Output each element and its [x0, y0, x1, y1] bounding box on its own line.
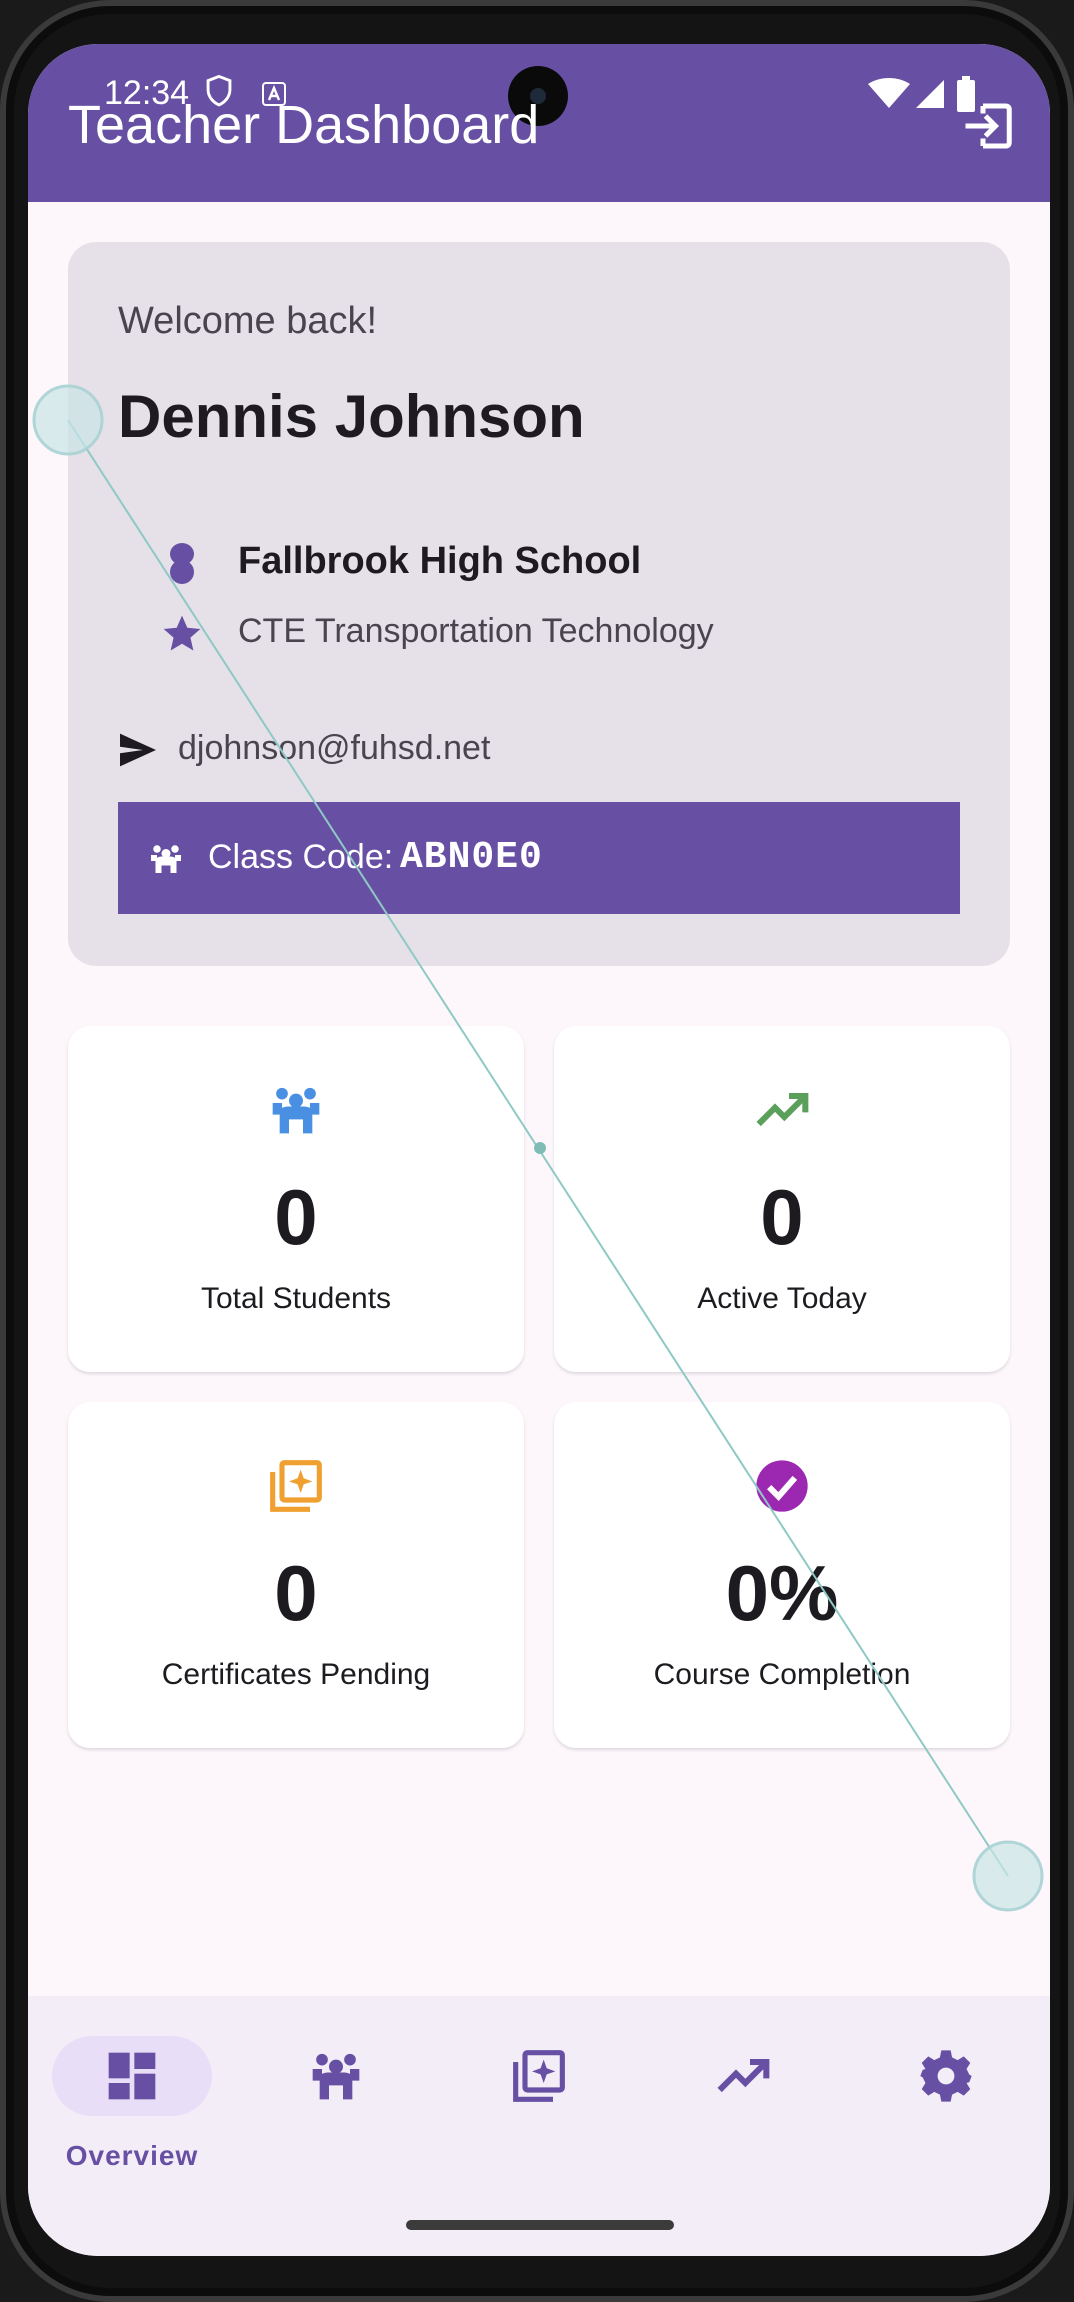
nav-item-students[interactable]: [256, 2036, 416, 2176]
signal-icon: [916, 80, 944, 108]
school-name: Fallbrook High School: [238, 540, 642, 582]
bottom-navigation: Overview: [28, 1996, 1050, 2256]
class-code-value[interactable]: ABN0E0: [400, 836, 543, 879]
nav-item-settings[interactable]: [866, 2036, 1026, 2176]
stat-card-course-completion[interactable]: 0% Course Completion: [554, 1402, 1010, 1748]
stat-label: Course Completion: [653, 1658, 911, 1691]
stat-value: 0: [760, 1173, 804, 1261]
students-icon: [312, 2053, 360, 2100]
stat-label: Certificates Pending: [161, 1658, 431, 1691]
check-circle-icon: [756, 1460, 808, 1512]
stat-label: Active Today: [697, 1282, 867, 1315]
trending-up-icon: [756, 1092, 809, 1127]
trending-up-icon: [717, 2058, 770, 2093]
wifi-icon: [868, 78, 910, 108]
program-name: CTE Transportation Technology: [238, 612, 714, 650]
students-icon: [151, 845, 181, 873]
nav-item-overview[interactable]: Overview: [52, 2036, 212, 2176]
stat-card-certificates-pending[interactable]: 0 Certificates Pending: [68, 1402, 524, 1748]
class-code-banner[interactable]: Class Code: ABN0E0: [118, 802, 960, 914]
teacher-name: Dennis Johnson: [118, 383, 585, 450]
certificate-icon: [270, 1460, 322, 1512]
screen: 12:34 Teacher Dashboard Welcome back! De…: [28, 44, 1050, 2256]
stat-label: Total Students: [200, 1282, 392, 1315]
welcome-card: Welcome back! Dennis Johnson Fallbrook H…: [68, 242, 1010, 966]
class-code-label: Class Code:: [208, 838, 394, 876]
stat-value: 0: [274, 1173, 318, 1261]
welcome-greeting: Welcome back!: [118, 300, 378, 342]
device-frame: 12:34 Teacher Dashboard Welcome back! De…: [0, 0, 1074, 2302]
certificate-icon: [513, 2050, 565, 2102]
stat-card-active-today[interactable]: 0 Active Today: [554, 1026, 1010, 1372]
nav-item-certificates[interactable]: [459, 2036, 619, 2176]
stat-card-total-students[interactable]: 0 Total Students: [68, 1026, 524, 1372]
students-icon: [272, 1087, 320, 1134]
page-title: Teacher Dashboard: [68, 95, 540, 155]
dashboard-icon: [108, 2052, 156, 2100]
send-icon: [120, 733, 156, 767]
star-icon: [163, 615, 201, 651]
nav-item-progress[interactable]: [663, 2036, 823, 2176]
stat-value: 0: [274, 1549, 318, 1637]
nav-label-overview: Overview: [65, 2140, 199, 2171]
email-text: djohnson@fuhsd.net: [178, 729, 491, 767]
gear-icon: [920, 2050, 972, 2102]
app-bar: 12:34 Teacher Dashboard: [28, 44, 1050, 202]
school-icon: [170, 543, 194, 584]
gesture-bar: [406, 2220, 674, 2230]
logout-icon[interactable]: [958, 96, 1018, 156]
stat-value: 0%: [725, 1549, 839, 1637]
